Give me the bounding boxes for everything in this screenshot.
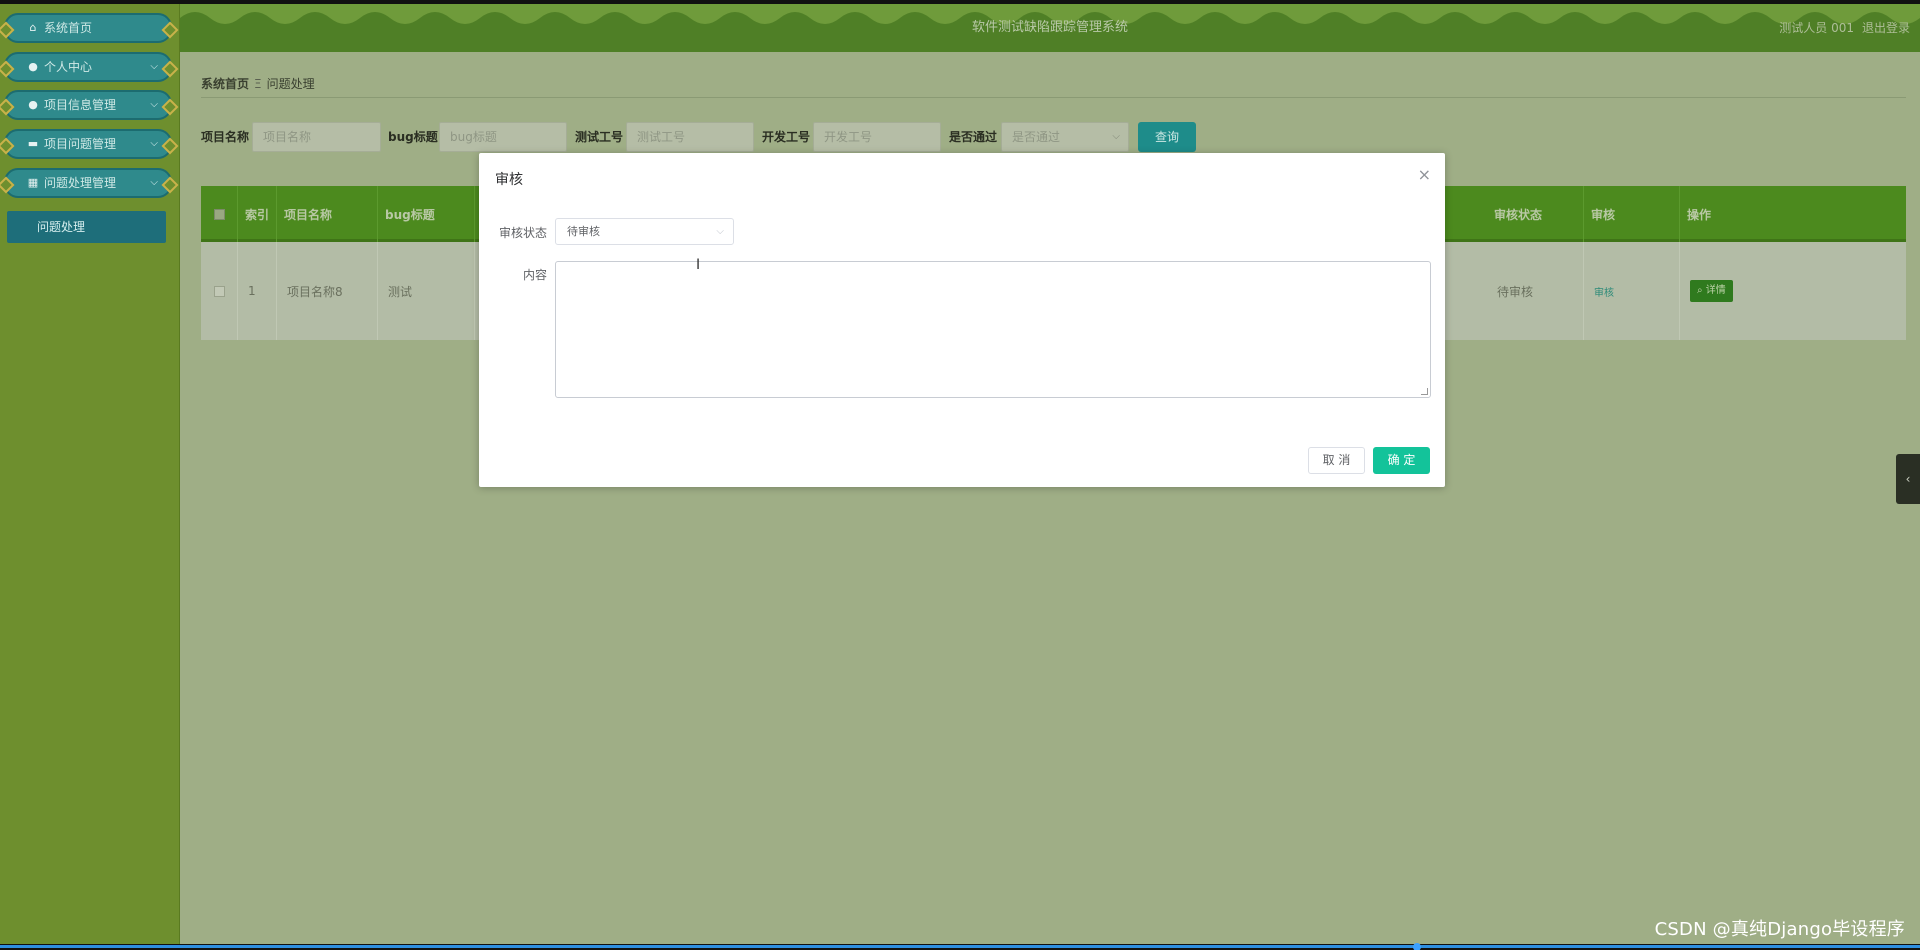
current-user: 测试人员 001 <box>1779 21 1854 35</box>
review-status-select[interactable]: 待审核 ⌵ <box>555 218 734 245</box>
review-link[interactable]: 审核 <box>1594 284 1614 299</box>
user-icon: ● <box>28 98 38 111</box>
breadcrumb: 系统首页 Ξ 问题处理 <box>201 75 315 92</box>
project-name-input[interactable]: 项目名称 <box>252 122 381 152</box>
column-review: 审核 <box>1584 186 1680 242</box>
passed-select-placeholder: 是否通过 <box>1012 130 1061 144</box>
user-icon: ● <box>28 60 38 73</box>
sidebar-item-label: 项目信息管理 <box>44 98 117 112</box>
sidebar-subitem-issue-handling[interactable]: 问题处理 <box>7 211 166 243</box>
progress-handle[interactable] <box>1413 943 1421 950</box>
chevron-down-icon: ⌵ <box>150 99 158 110</box>
row-index: 1 <box>238 242 277 340</box>
watermark: CSDN @真纯Django毕设程序 <box>1654 919 1905 940</box>
sidebar-item-project-info[interactable]: ● 项目信息管理 ⌵ <box>4 90 172 120</box>
sidebar: ⌂ 系统首页 ● 个人中心 ⌵ ● 项目信息管理 ⌵ ▬ 项目问题管理 ⌵ ▦ … <box>0 4 180 946</box>
sidebar-item-label: 问题处理管理 <box>44 176 117 190</box>
review-status-label: 审核状态 <box>498 226 547 240</box>
content-textarea[interactable] <box>555 261 1431 398</box>
chevron-down-icon: ⌵ <box>150 61 158 72</box>
dialog-title: 审核 <box>495 172 523 188</box>
review-status-value: 待审核 <box>567 225 600 238</box>
close-icon[interactable]: × <box>1418 165 1431 184</box>
sidebar-item-label: 项目问题管理 <box>44 137 117 151</box>
review-dialog: 审核 × 审核状态 待审核 ⌵ 内容 I 取 消 确 定 <box>479 153 1445 487</box>
row-bug-title: 测试 <box>378 242 475 340</box>
text-cursor-icon: I <box>696 257 701 273</box>
cancel-button[interactable]: 取 消 <box>1308 447 1365 474</box>
logout-link[interactable]: 退出登录 <box>1862 21 1910 35</box>
tester-id-input[interactable]: 测试工号 <box>626 122 754 152</box>
row-action-cell: ⌕ 详情 <box>1680 242 1906 340</box>
chevron-down-icon: ⌵ <box>716 226 724 237</box>
column-bug-title: bug标题 <box>378 186 475 242</box>
sidebar-item-personal-center[interactable]: ● 个人中心 ⌵ <box>4 52 172 82</box>
detail-button-label: 详情 <box>1705 285 1726 296</box>
top-header: 软件测试缺陷跟踪管理系统 测试人员 001 退出登录 <box>180 4 1920 52</box>
sidebar-item-project-issues[interactable]: ▬ 项目问题管理 ⌵ <box>4 129 172 159</box>
row-review-status: 待审核 <box>1487 242 1584 340</box>
home-icon: ⌂ <box>29 21 37 34</box>
row-checkbox[interactable] <box>201 242 238 340</box>
breadcrumb-home[interactable]: 系统首页 <box>201 77 249 91</box>
sidebar-item-issue-handling[interactable]: ▦ 问题处理管理 ⌵ <box>4 168 172 198</box>
monitor-icon: ▬ <box>27 137 39 150</box>
search-icon: ⌕ <box>1697 285 1703 296</box>
column-index: 索引 <box>238 186 277 242</box>
side-collapse-tab[interactable]: ‹ <box>1896 454 1920 504</box>
header-user-area: 测试人员 001 退出登录 <box>1771 4 1910 52</box>
passed-label: 是否通过 <box>949 130 998 144</box>
bug-title-label: bug标题 <box>388 130 438 144</box>
select-all-checkbox[interactable] <box>201 186 238 242</box>
row-project-name: 项目名称8 <box>277 242 378 340</box>
app-title: 软件测试缺陷跟踪管理系统 <box>971 20 1128 35</box>
query-button[interactable]: 查询 <box>1138 122 1196 152</box>
sidebar-item-label: 个人中心 <box>44 60 93 74</box>
tester-id-label: 测试工号 <box>575 130 624 144</box>
column-action: 操作 <box>1687 207 1712 222</box>
chevron-down-icon: ⌵ <box>1112 131 1120 142</box>
confirm-button[interactable]: 确 定 <box>1373 447 1430 474</box>
passed-select[interactable]: 是否通过 ⌵ <box>1001 122 1129 152</box>
app-window: ⌂ 系统首页 ● 个人中心 ⌵ ● 项目信息管理 ⌵ ▬ 项目问题管理 ⌵ ▦ … <box>0 4 1920 946</box>
bottom-progress-bar <box>0 943 1920 950</box>
chevron-down-icon: ⌵ <box>150 177 158 188</box>
content-label: 内容 <box>522 268 547 282</box>
chevron-left-icon: ‹ <box>1905 472 1911 486</box>
dev-id-input[interactable]: 开发工号 <box>813 122 941 152</box>
row-review-cell: 审核 <box>1584 242 1680 340</box>
detail-button[interactable]: ⌕ 详情 <box>1690 280 1733 302</box>
bug-title-input[interactable]: bug标题 <box>439 122 567 152</box>
breadcrumb-divider <box>201 97 1906 98</box>
progress-line <box>0 945 1920 948</box>
breadcrumb-separator: Ξ <box>254 77 262 91</box>
resize-grip-icon[interactable] <box>1421 388 1428 395</box>
breadcrumb-current: 问题处理 <box>266 77 315 91</box>
chevron-down-icon: ⌵ <box>150 138 158 149</box>
sidebar-item-home[interactable]: ⌂ 系统首页 <box>4 13 172 43</box>
grid-icon: ▦ <box>27 176 39 189</box>
dev-id-label: 开发工号 <box>762 130 811 144</box>
sidebar-item-label: 系统首页 <box>44 21 93 35</box>
column-project-name: 项目名称 <box>277 186 378 242</box>
project-name-label: 项目名称 <box>201 130 250 144</box>
search-bar: 项目名称 项目名称 bug标题 bug标题 测试工号 测试工号 开发工号 开发工… <box>201 122 1201 152</box>
column-review-status: 审核状态 <box>1487 186 1584 242</box>
